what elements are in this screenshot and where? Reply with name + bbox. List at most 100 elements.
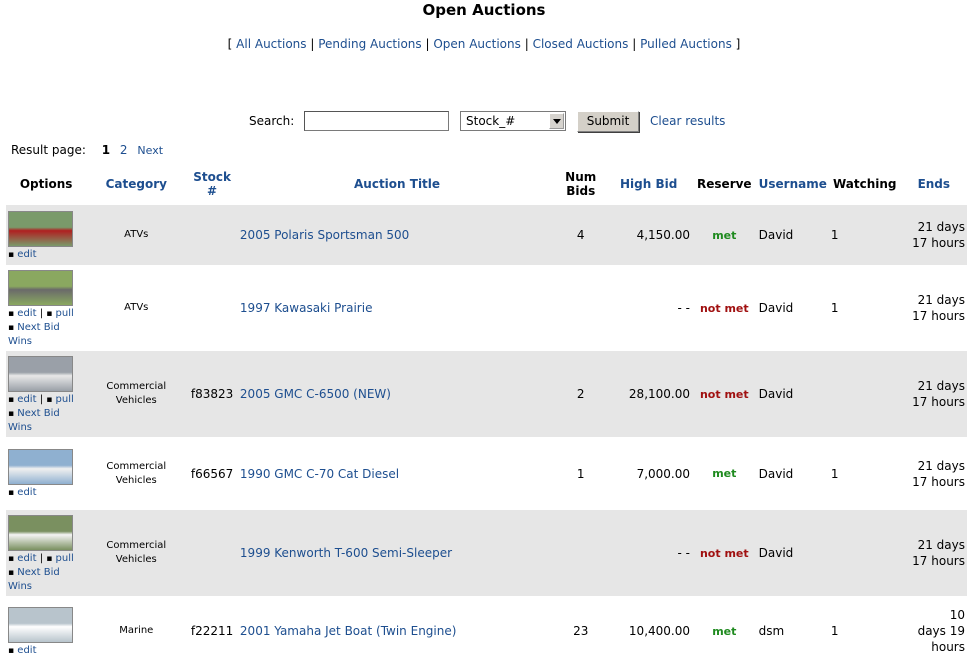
edit-link[interactable]: edit bbox=[17, 553, 36, 564]
row-options: ▪ edit bbox=[6, 205, 87, 265]
row-title-cell: 2005 GMC C-6500 (NEW) bbox=[237, 351, 557, 437]
row-ends: 10 days 19 hours bbox=[901, 596, 967, 666]
auction-title-link[interactable]: 2005 Polaris Sportsman 500 bbox=[240, 228, 409, 242]
submit-button[interactable]: Submit bbox=[577, 111, 639, 132]
next-bid-wins-link[interactable]: Next Bid Wins bbox=[8, 567, 60, 592]
header-username[interactable]: Username bbox=[757, 163, 829, 205]
edit-link[interactable]: edit bbox=[17, 394, 36, 405]
semi-truck-photo[interactable] bbox=[8, 514, 73, 551]
table-row: ▪ edit | ▪ pull ▪ Next Bid Wins Commercial… bbox=[6, 351, 967, 437]
pagination-next[interactable]: Next bbox=[137, 144, 163, 157]
table-row: ▪ edit Marine f22211 2001 Yamaha Jet Boat (… bbox=[6, 596, 967, 666]
ends-line2: 17 hours bbox=[912, 474, 965, 489]
row-ends: 21 days 17 hours bbox=[900, 351, 967, 437]
category-line2: Vehicles bbox=[115, 474, 157, 486]
row-reserve-status: not met bbox=[692, 510, 757, 596]
bullet-icon: ▪ bbox=[46, 553, 53, 564]
row-category: Commercial Vehicles bbox=[86, 351, 187, 437]
atv-red-photo[interactable] bbox=[8, 210, 73, 247]
row-num-bids: 1 bbox=[576, 466, 585, 481]
table-row: ▪ edit Commercial Vehicles f66567 1990 GMC C… bbox=[6, 437, 967, 510]
header-options: Options bbox=[19, 177, 73, 191]
row-title-cell: 1990 GMC C-70 Cat Diesel bbox=[238, 437, 556, 510]
option-separator: | bbox=[39, 552, 44, 564]
nav-closed-auctions[interactable]: Closed Auctions bbox=[533, 37, 629, 51]
row-category: ATVs bbox=[86, 265, 186, 351]
row-reserve-status: not met bbox=[699, 301, 749, 315]
header-high-bid[interactable]: High Bid bbox=[605, 163, 692, 205]
row-options: ▪ edit | ▪ pull ▪ Next Bid Wins bbox=[6, 351, 87, 437]
row-username: David bbox=[758, 301, 794, 315]
chevron-down-icon[interactable] bbox=[549, 113, 564, 129]
dump-truck-photo[interactable] bbox=[8, 355, 73, 392]
header-category[interactable]: Category bbox=[86, 163, 186, 205]
category-line1: ATVs bbox=[124, 229, 149, 240]
row-options: ▪ edit | ▪ pull ▪ Next Bid Wins bbox=[6, 265, 86, 351]
category-line1: Commercial bbox=[106, 460, 167, 472]
row-options: ▪ edit bbox=[6, 437, 86, 510]
auction-title-link[interactable]: 1997 Kawasaki Prairie bbox=[240, 301, 373, 315]
row-watching bbox=[828, 351, 901, 437]
ends-line1: 21 days bbox=[917, 220, 965, 234]
row-watching: 1 bbox=[828, 205, 901, 265]
row-reserve-status: not met bbox=[692, 351, 757, 437]
pagination-page-2[interactable]: 2 bbox=[120, 143, 128, 157]
edit-link[interactable]: edit bbox=[17, 487, 36, 498]
header-ends[interactable]: Ends bbox=[901, 163, 967, 205]
boat-photo[interactable] bbox=[8, 606, 73, 643]
status-nav: [ All Auctions | Pending Auctions | Open… bbox=[227, 37, 741, 51]
dump-truck-photo[interactable] bbox=[8, 449, 73, 485]
row-category: Commercial Vehicles bbox=[86, 510, 187, 596]
next-bid-wins-link[interactable]: Next Bid Wins bbox=[8, 408, 60, 433]
row-num-bids bbox=[556, 510, 606, 596]
ends-line1: 21 days bbox=[917, 293, 965, 307]
row-options: ▪ edit | ▪ pull ▪ Next Bid Wins bbox=[6, 510, 87, 596]
row-title-cell: 1999 Kenworth T-600 Semi-Sleeper bbox=[237, 510, 557, 596]
table-row: ▪ edit ATVs 2005 Polaris Sportsman 500 4 4,1… bbox=[6, 205, 967, 265]
nav-all-auctions[interactable]: All Auctions bbox=[236, 37, 306, 51]
auction-title-link[interactable]: 1990 GMC C-70 Cat Diesel bbox=[240, 467, 399, 481]
clear-results-link[interactable]: Clear results bbox=[650, 114, 725, 128]
row-high-bid: - - bbox=[605, 510, 692, 596]
header-num-bids-line1: Num bbox=[565, 170, 597, 184]
auctions-table: Options Category Stock # Auction Title N… bbox=[6, 163, 967, 666]
edit-link[interactable]: edit bbox=[17, 249, 36, 260]
row-num-bids: 23 bbox=[573, 624, 589, 638]
nav-open-auctions[interactable]: Open Auctions bbox=[433, 37, 521, 51]
row-username: David bbox=[756, 351, 829, 437]
next-bid-wins-link[interactable]: Next Bid Wins bbox=[8, 322, 60, 347]
row-reserve-status: met bbox=[692, 205, 757, 265]
header-auction-title[interactable]: Auction Title bbox=[238, 163, 556, 205]
row-username: David bbox=[756, 205, 829, 265]
row-ends: 21 days 17 hours bbox=[900, 510, 967, 596]
nav-pulled-auctions[interactable]: Pulled Auctions bbox=[640, 37, 732, 51]
bullet-icon: ▪ bbox=[8, 394, 15, 405]
pull-link[interactable]: pull bbox=[56, 308, 74, 319]
atv-gray-photo[interactable] bbox=[8, 269, 73, 306]
auction-title-link[interactable]: 2005 GMC C-6500 (NEW) bbox=[240, 387, 391, 401]
bullet-icon: ▪ bbox=[46, 394, 53, 405]
search-field-select[interactable]: Stock_# bbox=[460, 111, 566, 131]
row-username: David bbox=[758, 466, 794, 481]
row-watching: 1 bbox=[830, 301, 839, 315]
edit-link[interactable]: edit bbox=[17, 645, 36, 656]
row-ends: 21 days 17 hours bbox=[901, 437, 967, 510]
header-num-bids-line2: Bids bbox=[566, 184, 596, 198]
pull-link[interactable]: pull bbox=[56, 394, 74, 405]
pull-link[interactable]: pull bbox=[56, 553, 74, 564]
edit-link[interactable]: edit bbox=[17, 308, 36, 319]
row-num-bids bbox=[556, 265, 605, 351]
ends-line1: 10 bbox=[949, 608, 965, 622]
row-ends: 21 days 17 hours bbox=[901, 265, 967, 351]
search-input[interactable] bbox=[304, 111, 449, 131]
header-stock[interactable]: Stock # bbox=[186, 163, 238, 205]
ends-line1: 21 days bbox=[917, 458, 965, 473]
nav-pending-auctions[interactable]: Pending Auctions bbox=[318, 37, 421, 51]
auction-title-link[interactable]: 1999 Kenworth T-600 Semi-Sleeper bbox=[240, 546, 452, 560]
ends-line2: days 19 bbox=[917, 624, 965, 638]
header-num-bids: Num Bids bbox=[556, 163, 605, 205]
header-reserve: Reserve bbox=[697, 177, 752, 191]
ends-line1: 21 days bbox=[917, 538, 965, 552]
row-reserve-status: met bbox=[712, 467, 737, 480]
auction-title-link[interactable]: 2001 Yamaha Jet Boat (Twin Engine) bbox=[240, 624, 457, 638]
